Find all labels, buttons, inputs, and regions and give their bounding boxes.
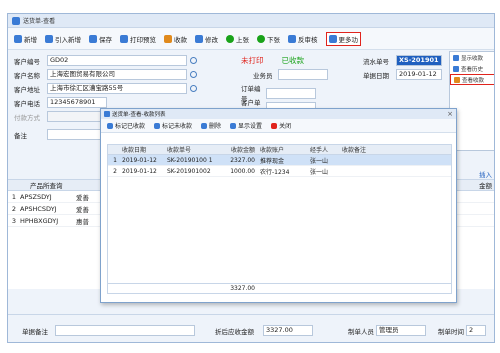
remark-field[interactable] xyxy=(47,129,107,140)
menu-item-view-payments[interactable]: 查看收款 xyxy=(450,74,494,85)
settings-icon xyxy=(230,122,237,129)
discount-field[interactable]: 3327.00 xyxy=(263,325,313,336)
dialog-title: 送货单-查看-收款列表 xyxy=(112,112,166,118)
mark-received-button[interactable]: 标记已收款 xyxy=(107,121,145,130)
cash-icon xyxy=(164,34,172,43)
unaudit-button[interactable]: 反审核 xyxy=(288,34,318,44)
insert-link[interactable]: 插入 xyxy=(479,169,492,179)
customer-addr-label: 客户地址 xyxy=(14,85,40,94)
payment-grid-header: 收款日期 收款单号 收款金额 收款账户 经手人 收款备注 xyxy=(108,145,451,155)
uncheck-icon xyxy=(154,122,161,129)
prev-icon xyxy=(226,34,234,43)
app-icon xyxy=(104,111,110,117)
table-row[interactable]: 2 2019-01-12 SK-201901002 1000.00 农行-123… xyxy=(108,166,451,177)
discount-label: 折后应收金额 xyxy=(215,327,254,336)
import-add-button[interactable]: 引入新增 xyxy=(45,34,81,44)
product-header-label: 产品所查询 xyxy=(30,182,63,190)
print-status: 未打印 xyxy=(241,56,264,65)
save-icon xyxy=(89,34,97,43)
doc-remark-field[interactable] xyxy=(55,325,195,336)
menu-item-history[interactable]: 查看历史 xyxy=(450,63,494,74)
payment-list-dialog: 送货单-查看-收款列表 × 标记已收款 标记未收款 删除 显示设置 关闭 收款日… xyxy=(100,108,457,303)
next-button[interactable]: 下张 xyxy=(257,34,280,44)
customer-code-label: 客户编号 xyxy=(14,57,40,66)
add-button[interactable]: 新增 xyxy=(14,34,37,44)
search-icon[interactable] xyxy=(190,57,197,64)
table-row[interactable]: 1 2019-01-12 SK-20190100 1 2327.00 推荐现金 … xyxy=(108,155,451,166)
add-icon xyxy=(14,34,22,43)
customer-phone-label: 客户电话 xyxy=(14,99,40,108)
cash-icon xyxy=(454,76,460,83)
col-account: 收款账户 xyxy=(260,147,285,154)
payment-method-label: 付款方式 xyxy=(14,113,40,122)
col-handler: 经手人 xyxy=(310,147,329,154)
customer-name-field[interactable]: 上海宏图贸易有限公司 xyxy=(47,69,187,80)
edit-button[interactable]: 修改 xyxy=(195,34,218,44)
footer-bar: 单据备注 折后应收金额 3327.00 制单人员 管理员 制单时间 2 xyxy=(8,314,494,342)
col-receipt-no: 收款单号 xyxy=(167,147,192,154)
unaudit-icon xyxy=(288,34,296,43)
remark-label: 备注 xyxy=(14,131,27,140)
payment-status: 已收款 xyxy=(281,56,305,65)
delete-icon xyxy=(201,122,208,129)
payment-method-field[interactable] xyxy=(47,111,107,122)
search-icon[interactable] xyxy=(190,71,197,78)
customer-phone-field[interactable]: 12345678901 xyxy=(47,97,107,108)
dialog-titlebar: 送货单-查看-收款列表 xyxy=(101,109,456,119)
print-preview-button[interactable]: 打印预览 xyxy=(120,34,156,44)
mark-unreceived-button[interactable]: 标记未收款 xyxy=(154,121,192,130)
flow-no-field[interactable]: XS-201901 xyxy=(396,55,442,66)
save-button[interactable]: 保存 xyxy=(89,34,112,44)
customer-name-label: 客户名称 xyxy=(14,71,40,80)
close-icon xyxy=(271,122,278,129)
customer-addr-field[interactable]: 上海市徐汇区漕宝路55号 xyxy=(47,83,187,94)
doc-date-label: 单据日期 xyxy=(363,71,389,80)
payment-grid-footer: 3327.00 xyxy=(108,283,451,293)
payment-grid: 收款日期 收款单号 收款金额 收款账户 经手人 收款备注 1 2019-01-1… xyxy=(107,144,452,294)
customer-code-field[interactable]: GD02 xyxy=(47,55,187,66)
maker-label: 制单人员 xyxy=(348,327,374,336)
business-field[interactable] xyxy=(278,69,328,80)
doc-date-field[interactable]: 2019-01-12 xyxy=(396,69,442,80)
make-time-field[interactable]: 2 xyxy=(466,325,486,336)
dialog-toolbar: 标记已收款 标记未收款 删除 显示设置 关闭 xyxy=(101,119,456,133)
col-amount: 收款金额 xyxy=(230,147,255,154)
window-title: 送货单-查看 xyxy=(23,18,56,25)
doc-remark-label: 单据备注 xyxy=(22,327,48,336)
maker-field[interactable]: 管理员 xyxy=(376,325,426,336)
close-icon[interactable]: × xyxy=(447,110,453,118)
list-icon xyxy=(453,54,459,61)
window-titlebar: 送货单-查看 xyxy=(8,14,494,28)
check-icon xyxy=(107,122,113,129)
col-date: 收款日期 xyxy=(122,147,147,154)
search-icon[interactable] xyxy=(190,85,197,92)
toolbar: 新增 引入新增 保存 打印预览 收款 修改 上张 下张 反审核 更多功 xyxy=(8,28,494,50)
display-settings-button[interactable]: 显示设置 xyxy=(230,121,262,130)
delete-button[interactable]: 删除 xyxy=(201,121,221,130)
next-icon xyxy=(257,34,265,43)
edit-icon xyxy=(195,34,203,43)
receive-payment-button[interactable]: 收款 xyxy=(164,34,187,44)
col-remark: 收款备注 xyxy=(342,147,367,154)
history-icon xyxy=(453,65,459,72)
payment-total: 3327.00 xyxy=(230,285,255,292)
amount-header: 金额 xyxy=(479,182,492,190)
flow-no-label: 流水单号 xyxy=(363,57,389,66)
more-icon xyxy=(328,34,337,43)
make-time-label: 制单时间 xyxy=(438,327,464,336)
business-label: 业务员 xyxy=(253,71,273,80)
print-icon xyxy=(120,34,128,43)
prev-button[interactable]: 上张 xyxy=(226,34,249,44)
import-icon xyxy=(45,34,53,43)
menu-item-show-payment[interactable]: 显示收款 xyxy=(450,52,494,63)
close-button[interactable]: 关闭 xyxy=(271,121,291,130)
app-icon xyxy=(12,16,20,25)
more-functions-button[interactable]: 更多功 xyxy=(325,31,361,46)
